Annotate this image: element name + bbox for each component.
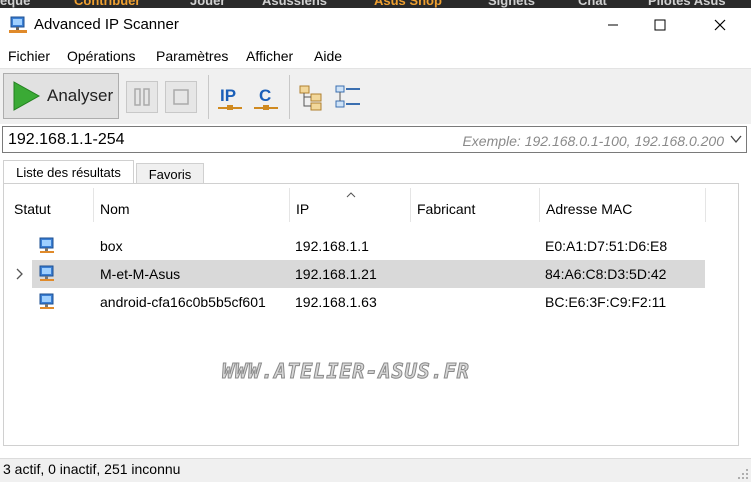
- tree-collapse-icon: [335, 85, 360, 108]
- close-icon: [714, 19, 726, 30]
- maximize-icon: [654, 19, 666, 30]
- minimize-button[interactable]: [590, 8, 636, 41]
- background-text: Signets: [488, 0, 535, 8]
- menu-afficher[interactable]: Afficher: [246, 48, 293, 64]
- scan-button-label: Analyser: [47, 86, 114, 105]
- app-icon: [9, 16, 27, 33]
- stop-button[interactable]: [165, 81, 197, 113]
- tree-expand-icon: [299, 85, 322, 111]
- row-mac: BC:E6:3F:C9:F2:11: [545, 294, 667, 310]
- computer-icon: [39, 293, 54, 309]
- background-text: Jouer: [190, 0, 226, 8]
- expand-all-button[interactable]: [297, 83, 327, 113]
- play-icon: [13, 81, 41, 111]
- background-text: Contribuer: [74, 0, 141, 8]
- row-name: android-cfa16c0b5b5cf601: [100, 294, 266, 310]
- background-text: Chat: [578, 0, 607, 8]
- ip-range-value: 192.168.1.1-254: [8, 131, 125, 148]
- background-window-strip: eque Contribuer Jouer Asussiens Asus Sho…: [0, 0, 751, 8]
- chevron-down-icon[interactable]: [730, 133, 742, 145]
- row-mac: E0:A1:D7:51:D6:E8: [545, 238, 668, 254]
- ip-range-input[interactable]: 192.168.1.1-254 Exemple: 192.168.0.1-100…: [2, 126, 747, 153]
- network-underline-icon: [218, 105, 242, 110]
- pause-button[interactable]: [126, 81, 158, 113]
- row-name: M-et-M-Asus: [100, 266, 181, 282]
- menu-operations[interactable]: Opérations: [67, 48, 135, 64]
- column-label: Fabricant: [417, 201, 476, 217]
- background-text: Asussiens: [262, 0, 328, 8]
- minimize-icon: [608, 24, 618, 25]
- title-bar[interactable]: Advanced IP Scanner: [0, 8, 751, 41]
- table-row[interactable]: android-cfa16c0b5b5cf601 192.168.1.63 BC…: [32, 288, 705, 316]
- status-bar: 3 actif, 0 inactif, 251 inconnu: [0, 458, 751, 482]
- menu-aide[interactable]: Aide: [314, 48, 342, 64]
- background-text: Pilotes Asus: [648, 0, 726, 8]
- app-window: Advanced IP Scanner Fichier Opérations P…: [0, 8, 751, 482]
- background-text: Asus Shop: [374, 0, 442, 8]
- expand-chevron-icon[interactable]: [15, 268, 25, 280]
- toolbar: Analyser IP C: [0, 68, 751, 124]
- tab-favoris[interactable]: Favoris: [136, 163, 204, 184]
- tab-favoris-label: Favoris: [148, 167, 192, 182]
- toolbar-separator: [289, 75, 290, 119]
- stop-icon: [173, 89, 189, 105]
- status-text: 3 actif, 0 inactif, 251 inconnu: [3, 461, 181, 477]
- column-header-fabricant[interactable]: Fabricant: [411, 188, 540, 222]
- collapse-all-button[interactable]: [333, 83, 363, 113]
- computer-icon: [39, 265, 54, 281]
- list-header: Statut Nom IP Fabricant Adresse MAC: [8, 188, 738, 222]
- column-header-ip[interactable]: IP: [290, 188, 411, 222]
- column-header-status[interactable]: Statut: [8, 188, 94, 222]
- watermark: WWW.ATELIER-ASUS.FR: [222, 359, 470, 384]
- ip-range-placeholder: Exemple: 192.168.0.1-100, 192.168.0.200: [462, 133, 724, 149]
- row-ip: 192.168.1.21: [295, 266, 377, 282]
- computer-icon: [39, 237, 54, 253]
- menu-fichier[interactable]: Fichier: [8, 48, 50, 64]
- menu-bar: Fichier Opérations Paramètres Afficher A…: [0, 46, 751, 68]
- table-row-selected[interactable]: M-et-M-Asus 192.168.1.21 84:A6:C8:D3:5D:…: [32, 260, 705, 288]
- column-header-mac[interactable]: Adresse MAC: [540, 188, 706, 222]
- menu-parametres[interactable]: Paramètres: [156, 48, 228, 64]
- column-label: IP: [296, 201, 310, 217]
- row-ip: 192.168.1.63: [295, 294, 377, 310]
- results-list: Statut Nom IP Fabricant Adresse MAC box …: [3, 183, 739, 446]
- column-header-name[interactable]: Nom: [94, 188, 290, 222]
- pause-icon: [134, 88, 150, 106]
- scan-button[interactable]: Analyser: [3, 73, 119, 119]
- background-text: eque: [0, 0, 31, 8]
- close-button[interactable]: [697, 8, 743, 41]
- sort-ascending-icon: [346, 192, 356, 198]
- c-class-button[interactable]: C: [251, 83, 281, 113]
- network-underline-icon: [254, 105, 278, 110]
- column-label: Adresse MAC: [546, 201, 633, 217]
- resize-grip-icon[interactable]: [737, 468, 749, 480]
- column-label: Nom: [100, 201, 130, 217]
- tab-resultats[interactable]: Liste des résultats: [3, 160, 134, 184]
- row-mac: 84:A6:C8:D3:5D:42: [545, 266, 667, 282]
- tab-resultats-label: Liste des résultats: [16, 165, 121, 180]
- toolbar-separator: [208, 75, 209, 119]
- table-row[interactable]: box 192.168.1.1 E0:A1:D7:51:D6:E8: [32, 232, 705, 260]
- ip-scan-button[interactable]: IP: [215, 83, 245, 113]
- maximize-button[interactable]: [637, 8, 683, 41]
- row-name: box: [100, 238, 123, 254]
- window-title: Advanced IP Scanner: [34, 16, 179, 33]
- row-ip: 192.168.1.1: [295, 238, 369, 254]
- column-label: Statut: [14, 201, 51, 217]
